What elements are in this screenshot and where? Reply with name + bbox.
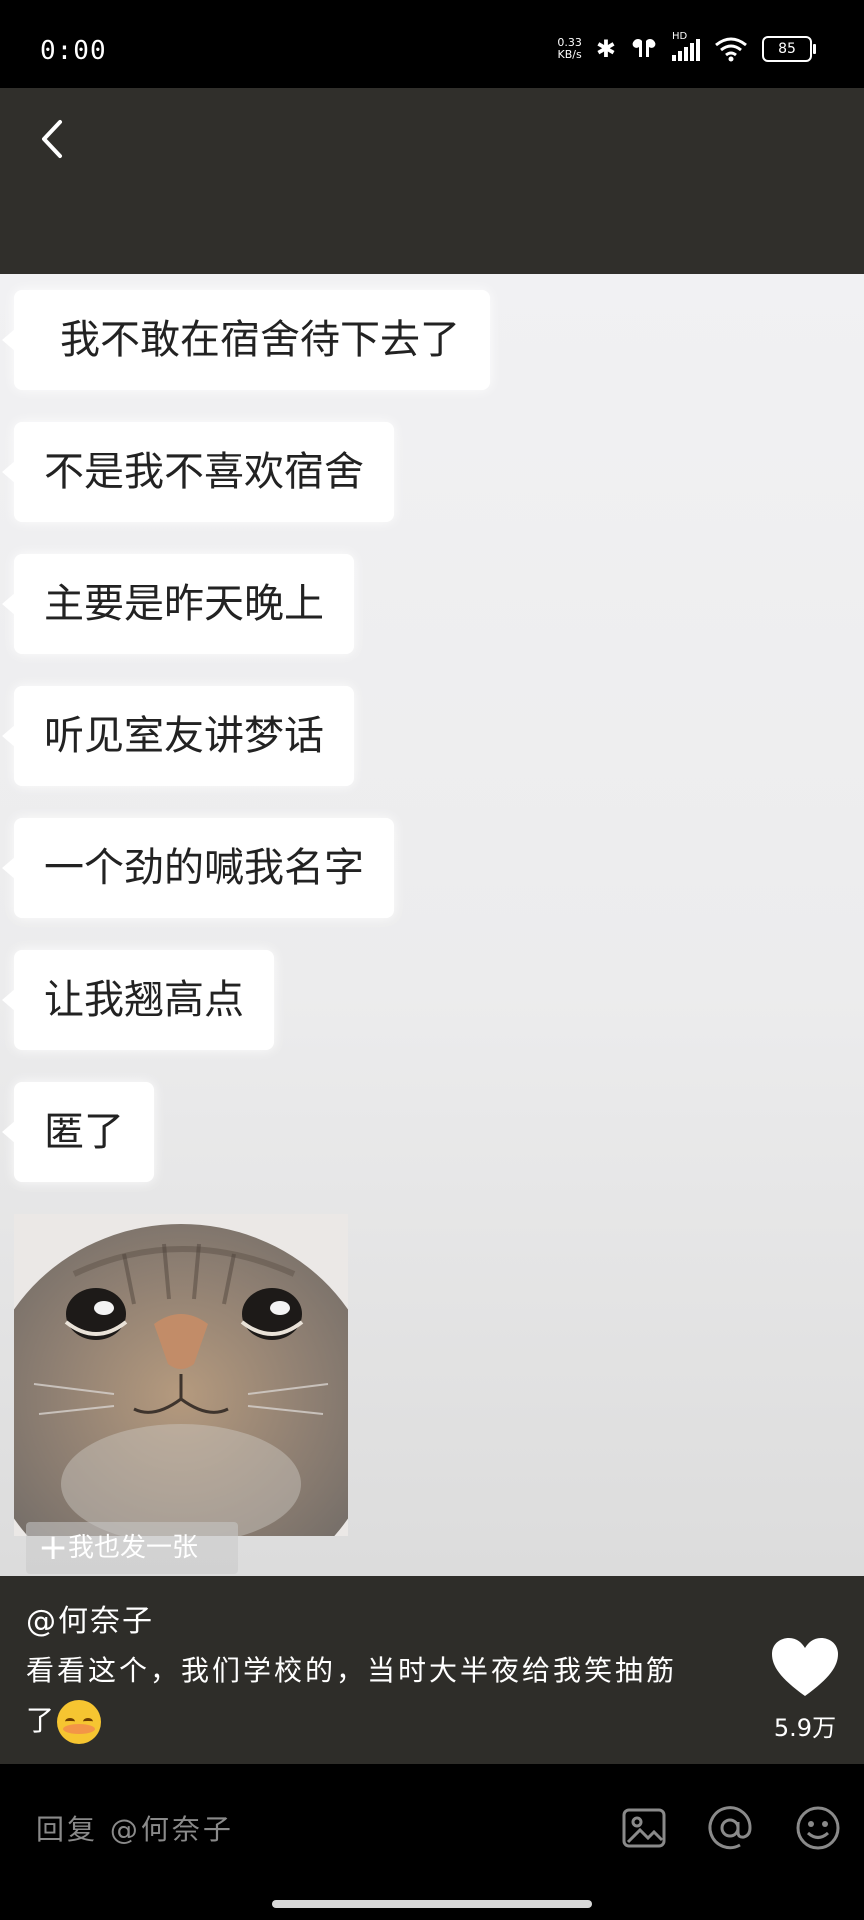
- status-icons: 0.33 KB/s ✱ HD 85: [557, 31, 816, 63]
- battery-icon: 85: [762, 36, 816, 62]
- at-icon[interactable]: [706, 1804, 754, 1852]
- like-count: 5.9万: [773, 1714, 837, 1742]
- post-info: @何奈子 看看这个，我们学校的，当时大半夜给我笑抽筋了 5.9万: [0, 1576, 864, 1764]
- chat-bubble: 让我翘高点: [2, 950, 274, 1050]
- top-bar: [0, 88, 864, 274]
- crying-cat-image: [14, 1214, 348, 1536]
- home-indicator[interactable]: [272, 1900, 592, 1908]
- chat-bubble: 主要是昨天晚上: [2, 554, 354, 654]
- reply-input[interactable]: 回复 @何奈子: [36, 1808, 234, 1848]
- me-too-label: 我也发一张: [68, 1533, 199, 1563]
- chat-bubble: 我不敢在宿舍待下去了: [2, 290, 490, 390]
- chat-bubble: 一个劲的喊我名字: [2, 818, 394, 918]
- plus-icon: +: [38, 1527, 69, 1568]
- post-image[interactable]: 我不敢在宿舍待下去了 不是我不喜欢宿舍 主要是昨天晚上 听见室友讲梦话 一个劲的…: [0, 274, 864, 1576]
- author-name[interactable]: @何奈子: [26, 1596, 154, 1640]
- back-arrow-icon[interactable]: [36, 114, 72, 164]
- bluetooth-icon: ✱: [595, 35, 616, 63]
- status-bar: 0:00 0.33 KB/s ✱ HD 85: [0, 0, 864, 88]
- image-icon[interactable]: [620, 1804, 668, 1852]
- reply-bar: 回复 @何奈子: [0, 1764, 864, 1920]
- heart-icon[interactable]: [770, 1636, 840, 1700]
- status-time: 0:00: [40, 36, 107, 66]
- earbuds-icon: [632, 39, 656, 57]
- network-speed: 0.33 KB/s: [557, 36, 582, 61]
- smiley-icon[interactable]: [794, 1804, 842, 1852]
- network-label: HD: [672, 31, 688, 42]
- me-too-button[interactable]: +我也发一张: [26, 1522, 238, 1574]
- signal-icon: HD: [672, 31, 700, 61]
- chat-bubble: 听见室友讲梦话: [2, 686, 354, 786]
- smirk-emoji-icon: [57, 1700, 102, 1744]
- post-caption: 看看这个，我们学校的，当时大半夜给我笑抽筋了: [26, 1646, 686, 1746]
- chat-bubble: 不是我不喜欢宿舍: [2, 422, 394, 522]
- wifi-icon: [715, 37, 747, 62]
- chat-bubble: 匿了: [2, 1082, 154, 1182]
